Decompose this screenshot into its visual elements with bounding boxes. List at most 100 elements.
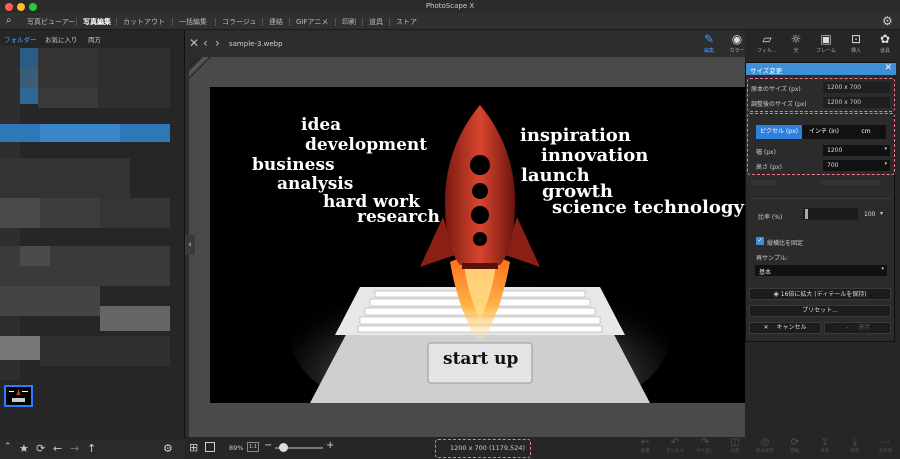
divider xyxy=(751,198,891,199)
menu-combine[interactable]: 連結 xyxy=(269,17,283,27)
menu-store[interactable]: ストア xyxy=(396,17,417,27)
menu-divider xyxy=(335,18,336,26)
tool-light-label: 光 xyxy=(793,48,799,54)
pro-badge-icon xyxy=(189,57,211,79)
rotate-label: 回転 xyxy=(790,449,800,454)
keep-aspect-checkbox[interactable]: ✓ xyxy=(756,237,764,245)
cancel-button[interactable]: ✕ キャンセル xyxy=(749,322,821,334)
tool-tools[interactable]: ✿ 道具 xyxy=(870,32,900,58)
resample-value: 基本 xyxy=(759,269,772,276)
ratio-slider-handle[interactable] xyxy=(805,209,808,219)
left-panel: フォルダー お気に入り 両方 ⌃ ★ ⟳ ← → ↑ ⚙ xyxy=(0,30,185,459)
frame-icon: ▣ xyxy=(820,32,832,46)
title-bar: PhotoScape X xyxy=(0,0,900,13)
resample-select[interactable]: 基本 ▾ xyxy=(755,265,887,276)
more-icon: ⋯ xyxy=(880,437,890,448)
ratio-value: 100 xyxy=(864,211,876,218)
folder-tree-blurred[interactable] xyxy=(0,46,170,380)
tool-filter-label: フィル... xyxy=(757,48,777,54)
actual-size-button[interactable]: 1:1 xyxy=(247,442,260,452)
apply-button[interactable]: ✓ 適用 xyxy=(824,322,891,334)
search-icon[interactable]: ⌕ xyxy=(6,15,12,26)
size-info-highlight xyxy=(747,78,895,112)
original-save-button[interactable]: ◎ 原本保存 xyxy=(752,437,778,454)
size-input-highlight xyxy=(747,113,895,175)
tool-light[interactable]: ☼ 光 xyxy=(781,32,811,58)
bottom-action-bar: ↩ 復帰 ↶ 元に戻す ↷ やり直し ◫ 比較 ◎ 原本保存 ⟳ 回転 ⇪ 共有 ⤓ 保存 ⋯ そ… xyxy=(632,437,900,459)
previous-icon[interactable]: ‹ xyxy=(203,36,208,50)
crop-grid-icon[interactable]: ⊞ xyxy=(189,441,198,454)
close-icon: ✕ xyxy=(763,324,769,331)
close-icon[interactable]: ✕ xyxy=(884,63,892,73)
faded-placeholder xyxy=(751,180,776,185)
zoom-slider-handle[interactable] xyxy=(279,443,288,452)
tool-insert[interactable]: ⊡ 挿入 xyxy=(841,32,871,58)
expand-up-icon[interactable]: ⌃ xyxy=(4,442,12,452)
ratio-slider[interactable] xyxy=(803,208,858,220)
light-icon: ☼ xyxy=(790,32,802,46)
split-view-icon[interactable] xyxy=(205,442,215,452)
canvas-area[interactable]: idea development business analysis hard … xyxy=(189,57,750,437)
redo-button[interactable]: ↷ やり直し xyxy=(692,437,718,454)
menu-divider xyxy=(76,18,77,26)
tool-color-label: カラー xyxy=(729,48,745,54)
cancel-label: キャンセル xyxy=(776,324,807,331)
close-icon[interactable]: ✕ xyxy=(189,36,199,50)
undo-icon: ↶ xyxy=(670,437,680,448)
menu-gif[interactable]: GIFアニメ xyxy=(296,17,328,27)
forward-arrow-icon[interactable]: → xyxy=(70,442,79,455)
image-canvas[interactable]: idea development business analysis hard … xyxy=(210,87,750,403)
palette-icon: ✿ xyxy=(879,32,891,46)
revert-button[interactable]: ↩ 復帰 xyxy=(632,437,658,454)
settings-gear-icon[interactable]: ⚙ xyxy=(882,14,893,28)
collapse-left-panel-icon[interactable]: ‹ xyxy=(185,235,195,255)
tab-both[interactable]: 両方 xyxy=(88,34,101,44)
color-ring-icon: ◉ xyxy=(731,32,743,46)
left-bottom-toolbar: ⌃ ★ ⟳ ← → ↑ ⚙ xyxy=(0,439,185,459)
compare-button[interactable]: ◫ 比較 xyxy=(722,437,748,454)
more-button[interactable]: ⋯ その他 xyxy=(872,437,898,454)
word-innovation: innovation xyxy=(541,145,649,166)
insert-icon: ⊡ xyxy=(850,32,862,46)
preset-button[interactable]: プリセット... xyxy=(749,305,891,317)
menu-tools[interactable]: 道具 xyxy=(369,17,383,27)
undo-label: 元に戻す xyxy=(666,449,684,454)
next-icon[interactable]: › xyxy=(215,36,220,50)
tab-folder[interactable]: フォルダー xyxy=(4,34,37,44)
rotate-icon: ⟳ xyxy=(790,437,800,448)
tab-favorites[interactable]: お気に入り xyxy=(45,34,78,44)
upscale-button[interactable]: ◈ 16倍に拡大 (ディテールを保持) xyxy=(749,288,891,300)
tool-filter[interactable]: ▱ フィル... xyxy=(752,32,782,58)
tool-frame[interactable]: ▣ フレーム xyxy=(811,32,841,58)
undo-button[interactable]: ↶ 元に戻す xyxy=(662,437,688,454)
selected-image-thumbnail[interactable] xyxy=(4,385,33,407)
back-arrow-icon[interactable]: ← xyxy=(53,442,62,455)
share-label: 共有 xyxy=(820,449,830,454)
menu-photo-edit[interactable]: 写真編集 xyxy=(83,17,111,27)
ratio-label: 比率 (%) xyxy=(758,214,783,221)
star-icon[interactable]: ★ xyxy=(19,442,29,455)
menu-print[interactable]: 印刷 xyxy=(342,17,356,27)
tool-edit[interactable]: ✎ 編集 xyxy=(694,32,724,58)
editor-area: ✕ ‹ › sample-3.webp idea development bus… xyxy=(185,30,750,459)
save-button[interactable]: ⤓ 保存 xyxy=(842,437,868,454)
zoom-in-icon[interactable]: + xyxy=(326,440,334,451)
save-icon: ⤓ xyxy=(852,437,858,448)
chevron-down-icon[interactable]: ▾ xyxy=(880,210,883,217)
menu-cutout[interactable]: カットアウト xyxy=(123,17,165,27)
rotate-button[interactable]: ⟳ 回転 xyxy=(782,437,808,454)
share-button[interactable]: ⇪ 共有 xyxy=(812,437,838,454)
refresh-icon[interactable]: ⟳ xyxy=(36,442,45,455)
menu-batch-edit[interactable]: 一括編集 xyxy=(179,17,207,27)
menu-divider xyxy=(172,18,173,26)
up-arrow-icon[interactable]: ↑ xyxy=(87,442,96,455)
image-size-status: 1200 x 700 (1179,524) xyxy=(450,444,526,452)
tool-color[interactable]: ◉ カラー xyxy=(722,32,752,58)
menu-photo-viewer[interactable]: 写真ビューアー xyxy=(27,17,75,27)
menu-collage[interactable]: コラージュ xyxy=(222,17,256,27)
settings-gear-icon[interactable]: ⚙ xyxy=(163,442,173,455)
compare-label: 比較 xyxy=(730,449,740,454)
zoom-out-icon[interactable]: − xyxy=(264,440,272,451)
faded-placeholder xyxy=(821,180,881,185)
resample-label: 再サンプル: xyxy=(756,255,788,262)
